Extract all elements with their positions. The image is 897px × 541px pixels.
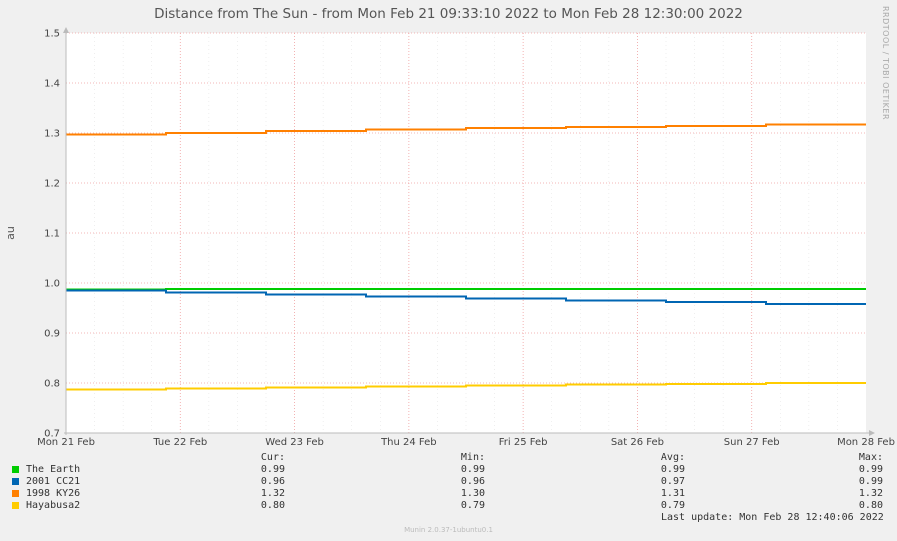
legend-cur-value: 1.32	[260, 488, 285, 499]
legend-series-name: Hayabusa2	[26, 500, 81, 511]
y-tick-label: 0.8	[44, 379, 60, 390]
y-tick-label: 1.0	[44, 279, 60, 290]
legend-header-min: Min:	[460, 452, 485, 463]
legend-header-cur: Cur:	[260, 452, 285, 463]
legend-series-name: 2001 CC21	[26, 476, 81, 487]
legend-header-avg: Avg:	[660, 452, 685, 463]
y-tick-label: 1.5	[44, 29, 60, 40]
x-tick-label: Mon 28 Feb	[837, 437, 895, 448]
x-tick-label: Thu 24 Feb	[380, 437, 437, 448]
y-tick-label: 1.4	[44, 79, 60, 90]
x-axis-arrow-icon	[869, 430, 875, 436]
legend-header-max: Max:	[858, 452, 883, 463]
legend-cur-value: 0.99	[260, 464, 285, 475]
y-tick-label: 1.1	[44, 229, 60, 240]
x-tick-label: Sun 27 Feb	[724, 437, 780, 448]
x-axis-ticks: Mon 21 Feb Tue 22 Feb Wed 23 Feb Thu 24 Feb…	[37, 437, 895, 448]
legend-series-name: 1998 KY26	[26, 488, 81, 499]
y-axis-arrow-icon	[63, 27, 69, 33]
legend-cur-value: 0.96	[260, 476, 285, 487]
legend-avg-value: 0.79	[660, 500, 685, 511]
y-axis-ticks: 0.70.80.91.01.11.21.31.41.5	[44, 29, 60, 440]
legend-max-value: 1.32	[858, 488, 883, 499]
x-tick-label: Mon 21 Feb	[37, 437, 95, 448]
y-tick-label: 1.3	[44, 129, 60, 140]
y-tick-label: 1.2	[44, 179, 60, 190]
legend-max-value: 0.80	[858, 500, 883, 511]
footer-version: Munin 2.0.37-1ubuntu0.1	[404, 526, 493, 534]
y-axis-label: au	[4, 226, 17, 240]
legend-row: Hayabusa2 0.80 0.79 0.79 0.80	[12, 500, 884, 512]
legend-row: 1998 KY26 1.32 1.30 1.31 1.32	[12, 488, 884, 500]
legend-header: Cur: Min: Avg: Max:	[12, 452, 884, 464]
legend-min-value: 0.96	[460, 476, 485, 487]
x-tick-label: Sat 26 Feb	[611, 437, 664, 448]
legend-swatch	[12, 502, 19, 509]
legend-min-value: 0.79	[460, 500, 485, 511]
legend-avg-value: 1.31	[660, 488, 685, 499]
y-tick-label: 0.9	[44, 329, 60, 340]
x-tick-label: Tue 22 Feb	[152, 437, 207, 448]
legend-rows: The Earth 0.99 0.99 0.99 0.99 2001 CC21 0.96 0.…	[12, 464, 884, 512]
legend-min-value: 1.30	[460, 488, 485, 499]
vendor-label: RRDTOOL / TOBI OETIKER	[881, 6, 890, 121]
legend-row: 2001 CC21 0.96 0.96 0.97 0.99	[12, 476, 884, 488]
legend-swatch	[12, 466, 19, 473]
legend-table: Cur: Min: Avg: Max: The Earth 0.99 0.99 0.9…	[12, 452, 884, 512]
x-tick-label: Fri 25 Feb	[499, 437, 548, 448]
legend-swatch	[12, 490, 19, 497]
x-tick-label: Wed 23 Feb	[265, 437, 324, 448]
legend-max-value: 0.99	[858, 464, 883, 475]
legend-row: The Earth 0.99 0.99 0.99 0.99	[12, 464, 884, 476]
legend-cur-value: 0.80	[260, 500, 285, 511]
legend-min-value: 0.99	[460, 464, 485, 475]
legend-avg-value: 0.99	[660, 464, 685, 475]
legend-swatch	[12, 478, 19, 485]
legend-avg-value: 0.97	[660, 476, 685, 487]
last-update: Last update: Mon Feb 28 12:40:06 2022	[661, 512, 884, 523]
line-chart: 0.70.80.91.01.11.21.31.41.5 Mon 21 Feb Tu…	[4, 27, 895, 448]
legend-max-value: 0.99	[858, 476, 883, 487]
legend-series-name: The Earth	[26, 464, 81, 475]
series-line-the-earth	[66, 288, 866, 291]
